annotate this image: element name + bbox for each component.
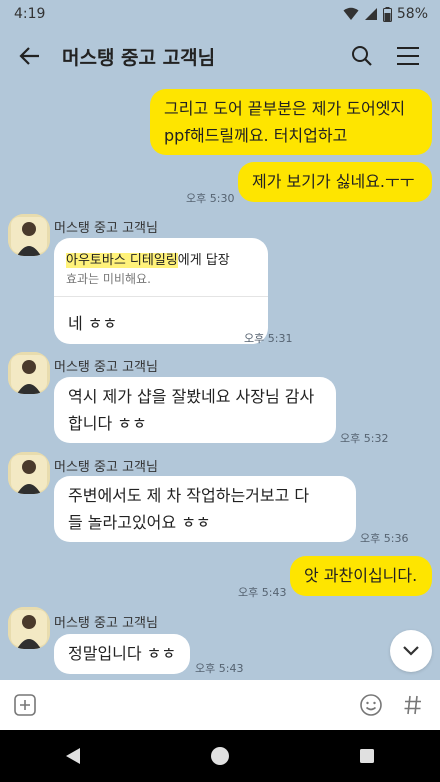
- avatar[interactable]: [8, 607, 50, 649]
- avatar[interactable]: [8, 452, 50, 494]
- circle-home-icon: [210, 747, 229, 765]
- nav-recents-button[interactable]: [345, 734, 389, 778]
- message-text-line: 그리고 도어 끝부분은 제가 도어엣지: [164, 99, 406, 118]
- emoji-button[interactable]: [356, 690, 386, 720]
- message-text: 정말입니다 ㅎㅎ: [68, 644, 177, 663]
- my-message-bubble[interactable]: 그리고 도어 끝부분은 제가 도어엣지 ppf해드릴께요. 터치업하고: [150, 89, 432, 155]
- reply-target-suffix: 에게 답장: [177, 253, 230, 268]
- their-message-bubble[interactable]: 주변에서도 제 차 작업하는거보고 다 들 놀라고있어요 ㅎㅎ: [54, 476, 356, 542]
- message-time: 오후 5:31: [244, 332, 293, 345]
- profile-photo-icon: [8, 214, 50, 256]
- search-icon: [352, 46, 372, 66]
- message-input-bar: [0, 680, 440, 730]
- triangle-back-icon: [66, 748, 81, 764]
- message-time: 오후 5:32: [340, 432, 389, 445]
- arrow-left-icon: [19, 47, 39, 65]
- hamburger-menu-icon: [397, 47, 419, 65]
- hashtag-button[interactable]: [398, 690, 428, 720]
- status-time: 4:19: [14, 6, 46, 22]
- message-text-line: ppf해드릴께요. 터치업하고: [164, 126, 348, 145]
- profile-photo-icon: [8, 607, 50, 649]
- avatar[interactable]: [8, 352, 50, 394]
- square-recents-icon: [359, 749, 374, 763]
- chat-title: 머스탱 중고 고객님: [62, 46, 216, 69]
- their-message-bubble[interactable]: 역시 제가 샵을 잘봤네요 사장님 감사 합니다 ㅎㅎ: [54, 377, 336, 443]
- my-message-bubble[interactable]: 제가 보기가 싫네요.ㅜㅜ: [238, 162, 432, 202]
- message-text-line: 역시 제가 샵을 잘봤네요 사장님 감사: [68, 387, 315, 406]
- reply-target[interactable]: 아우토바스 디테일링에게 답장: [66, 249, 230, 268]
- sender-name: 머스탱 중고 고객님: [54, 360, 158, 375]
- profile-photo-icon: [8, 352, 50, 394]
- my-message-bubble[interactable]: 앗 과찬이십니다.: [290, 556, 432, 596]
- message-text: 네 ㅎㅎ: [68, 314, 118, 333]
- back-button[interactable]: [12, 38, 48, 74]
- message-text: 제가 보기가 싫네요.ㅜㅜ: [252, 172, 415, 191]
- quoted-message: 효과는 미비해요.: [66, 272, 151, 286]
- signal-icon: [364, 8, 377, 20]
- plus-box-icon: [14, 694, 36, 716]
- reply-message-bubble[interactable]: 아우토바스 디테일링에게 답장 효과는 미비해요. 네 ㅎㅎ: [54, 238, 268, 344]
- wifi-icon: [343, 7, 359, 20]
- message-time: 오후 5:43: [195, 662, 244, 675]
- sender-name: 머스탱 중고 고객님: [54, 460, 158, 475]
- message-text: 앗 과찬이십니다.: [304, 566, 418, 585]
- battery-icon: [382, 6, 392, 22]
- battery-level: 58%: [396, 6, 428, 22]
- smiley-icon: [360, 694, 382, 716]
- sender-name: 머스탱 중고 고객님: [54, 221, 158, 236]
- message-time: 오후 5:36: [360, 532, 409, 545]
- avatar[interactable]: [8, 214, 50, 256]
- reply-divider: [54, 296, 268, 297]
- nav-back-button[interactable]: [51, 734, 95, 778]
- status-icons: 58%: [343, 6, 428, 22]
- scroll-to-bottom-button[interactable]: [390, 630, 432, 672]
- hash-icon: [404, 695, 421, 715]
- chat-header: 머스탱 중고 고객님: [0, 28, 440, 84]
- their-message-bubble[interactable]: 정말입니다 ㅎㅎ: [54, 634, 190, 674]
- status-bar: 4:19 58%: [0, 0, 440, 28]
- reply-target-name: 아우토바스 디테일링: [66, 253, 178, 268]
- sender-name: 머스탱 중고 고객님: [54, 616, 158, 631]
- message-text-line: 주변에서도 제 차 작업하는거보고 다: [68, 486, 310, 505]
- chevron-down-icon: [403, 646, 419, 656]
- search-button[interactable]: [342, 36, 382, 76]
- system-navigation-bar: [0, 730, 440, 782]
- message-text-line: 들 놀라고있어요 ㅎㅎ: [68, 513, 211, 532]
- menu-button[interactable]: [388, 36, 428, 76]
- profile-photo-icon: [8, 452, 50, 494]
- message-time: 오후 5:30: [186, 192, 235, 205]
- attach-button[interactable]: [12, 692, 38, 718]
- nav-home-button[interactable]: [198, 734, 242, 778]
- message-time: 오후 5:43: [238, 586, 287, 599]
- message-text-line: 합니다 ㅎㅎ: [68, 414, 147, 433]
- message-input[interactable]: [48, 687, 334, 723]
